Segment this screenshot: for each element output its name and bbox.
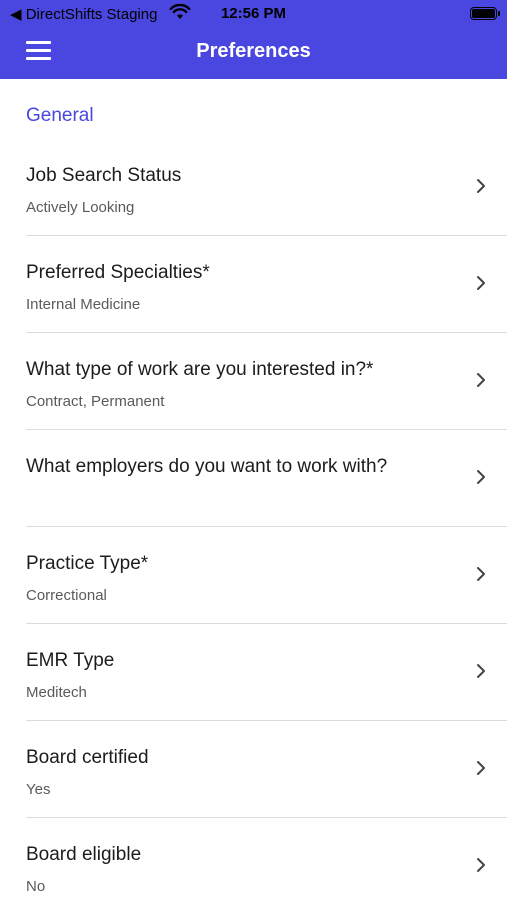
row-label: Preferred Specialties* (26, 262, 210, 283)
chevron-right-icon (477, 373, 485, 387)
row-value: Contract, Permanent (26, 393, 165, 410)
chevron-right-icon (477, 276, 485, 290)
row-job-search-status[interactable]: Job Search Status Actively Looking (26, 139, 507, 236)
row-board-certified[interactable]: Board certified Yes (26, 721, 507, 818)
row-value: Internal Medicine (26, 296, 141, 313)
row-value: No (26, 878, 46, 895)
row-employers[interactable]: What employers do you want to work with? (26, 430, 507, 527)
row-practice-type[interactable]: Practice Type* Correctional (26, 527, 507, 624)
row-label: Board certified (26, 747, 149, 768)
row-label: Job Search Status (26, 165, 182, 186)
row-label: Board eligible (26, 844, 142, 865)
chevron-right-icon (477, 761, 485, 775)
row-label: EMR Type (26, 650, 115, 671)
row-label: What employers do you want to work with? (26, 456, 388, 477)
page-title: Preferences (196, 40, 311, 62)
row-emr-type[interactable]: EMR Type Meditech (26, 624, 507, 721)
row-label: What type of work are you interested in?… (26, 359, 374, 380)
row-work-type[interactable]: What type of work are you interested in?… (26, 333, 507, 430)
preferences-list: Job Search Status Actively Looking Prefe… (0, 139, 507, 915)
chevron-right-icon (477, 664, 485, 678)
status-bar: ◀ DirectShifts Staging 12:56 PM (0, 0, 507, 28)
app-header: ◀ DirectShifts Staging 12:56 PM Preferen… (0, 0, 507, 79)
chevron-right-icon (477, 858, 485, 872)
row-preferred-specialties[interactable]: Preferred Specialties* Internal Medicine (26, 236, 507, 333)
chevron-right-icon (477, 567, 485, 581)
chevron-right-icon (477, 179, 485, 193)
row-value: Meditech (26, 684, 87, 701)
row-label: Practice Type* (26, 553, 149, 574)
status-time: 12:56 PM (220, 5, 287, 22)
row-value: Correctional (26, 587, 107, 604)
row-board-eligible[interactable]: Board eligible No (26, 818, 507, 915)
battery-icon (470, 7, 500, 20)
chevron-right-icon (477, 470, 485, 484)
section-title-general: General (26, 105, 94, 126)
row-value: Actively Looking (26, 199, 135, 216)
row-value: Yes (26, 781, 51, 798)
